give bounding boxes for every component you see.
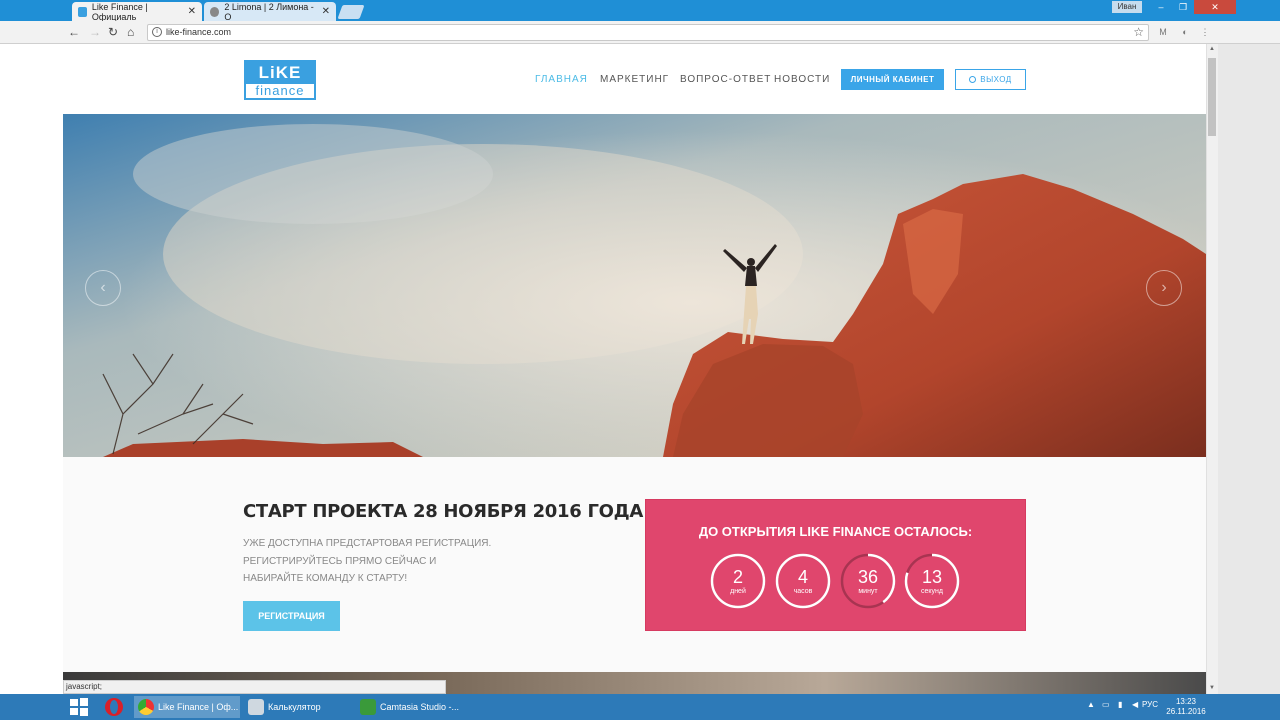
back-icon[interactable]: ← <box>68 25 80 39</box>
countdown-panel: ДО ОТКРЫТИЯ LIKE FINANCE ОСТАЛОСЬ: 2 дне… <box>645 499 1026 631</box>
network-icon[interactable]: ▮ <box>1118 700 1122 709</box>
countdown-minutes: 36 минут <box>840 553 896 609</box>
countdown-value: 4 <box>797 567 808 587</box>
start-line: НАБИРАЙТЕ КОМАНДУ К СТАРТУ! <box>243 573 408 584</box>
chrome-icon <box>138 699 154 715</box>
extension-icon[interactable]: ◐ <box>1178 25 1192 39</box>
countdown-label: секунд <box>921 588 943 595</box>
site-header: LiKE finance ГЛАВНАЯ МАРКЕТИНГ ВОПРОС-ОТ… <box>63 44 1206 114</box>
logout-label: ВЫХОД <box>980 75 1012 84</box>
taskbar-item-browser[interactable]: Like Finance | Оф... <box>134 696 240 718</box>
calculator-icon <box>248 699 264 715</box>
scroll-down-icon[interactable]: ▼ <box>1207 685 1217 691</box>
taskbar-item-camtasia[interactable]: Camtasia Studio -... <box>356 696 464 718</box>
menu-icon[interactable]: ⋮ <box>1198 25 1212 39</box>
start-line: УЖЕ ДОСТУПНА ПРЕДСТАРТОВАЯ РЕГИСТРАЦИЯ. <box>243 538 492 549</box>
nav-marketing[interactable]: МАРКЕТИНГ <box>600 74 669 85</box>
scroll-up-icon[interactable]: ▲ <box>1207 46 1217 52</box>
start-description: УЖЕ ДОСТУПНА ПРЕДСТАРТОВАЯ РЕГИСТРАЦИЯ. … <box>243 535 543 588</box>
tab-title: 2 Limona | 2 Лимона - О <box>224 1 314 22</box>
extension-icon[interactable]: M <box>1156 25 1170 39</box>
countdown-value: 36 <box>857 567 879 587</box>
countdown-value: 2 <box>732 567 743 587</box>
bookmark-star-icon[interactable]: ☆ <box>1133 25 1144 39</box>
hero-slider: ‹ › <box>63 114 1206 457</box>
reload-icon[interactable]: ↻ <box>108 25 118 39</box>
close-window-icon[interactable]: ✕ <box>1194 0 1236 14</box>
hero-image <box>63 114 1206 457</box>
profile-badge[interactable]: Иван <box>1112 1 1142 13</box>
project-start-section: СТАРТ ПРОЕКТА 28 НОЯБРЯ 2016 ГОДА УЖЕ ДО… <box>63 457 1206 672</box>
power-icon <box>969 76 977 83</box>
countdown-label: минут <box>858 588 878 595</box>
nav-home[interactable]: ГЛАВНАЯ <box>535 74 588 85</box>
taskbar-label: Camtasia Studio -... <box>380 702 460 712</box>
browser-tab-like-finance[interactable]: Like Finance | Официаль ✕ <box>72 1 202 22</box>
countdown-label: дней <box>730 588 746 595</box>
language-indicator[interactable]: РУС <box>1142 700 1158 709</box>
countdown-title: ДО ОТКРЫТИЯ LIKE FINANCE ОСТАЛОСЬ: <box>698 524 973 539</box>
countdown-label: часов <box>793 588 813 595</box>
url-text[interactable]: like-finance.com <box>166 27 231 37</box>
start-line: РЕГИСТРИРУЙТЕСЬ ПРЯМО СЕЙЧАС И <box>243 555 437 567</box>
new-tab-button[interactable] <box>337 5 365 19</box>
browser-status-bar: javascript; <box>63 680 446 694</box>
countdown-seconds: 13 секунд <box>904 553 960 609</box>
nav-faq[interactable]: ВОПРОС-ОТВЕТ <box>680 74 771 85</box>
chevron-right-icon: › <box>1161 279 1167 296</box>
action-center-icon[interactable]: ▭ <box>1102 700 1110 709</box>
site-info-icon[interactable]: i <box>152 27 162 37</box>
scrollbar-thumb[interactable] <box>1208 58 1216 136</box>
chevron-left-icon: ‹ <box>100 279 106 296</box>
clock-time: 13:23 <box>1175 697 1197 706</box>
personal-cabinet-button[interactable]: ЛИЧНЫЙ КАБИНЕТ <box>841 69 944 90</box>
close-tab-icon[interactable]: ✕ <box>188 6 196 17</box>
tab-title: Like Finance | Официаль <box>91 1 148 22</box>
browser-toolbar: ← → ↻ ⌂ i like-finance.com ☆ M ◐ ⋮ <box>0 21 1280 44</box>
close-tab-icon[interactable]: ✕ <box>322 6 330 17</box>
logo-top-text: LiKE <box>246 62 314 84</box>
address-bar[interactable]: i like-finance.com ☆ <box>147 24 1149 41</box>
system-clock[interactable]: 13:23 26.11.2016 <box>1166 697 1206 717</box>
countdown-hours: 4 часов <box>775 553 831 609</box>
taskbar-item-calculator[interactable]: Калькулятор <box>244 696 352 718</box>
window-controls: – ❐ ✕ <box>1150 0 1236 14</box>
browser-tab-2limona[interactable]: 2 Limona | 2 Лимона - О ✕ <box>204 1 336 22</box>
home-icon[interactable]: ⌂ <box>127 25 134 39</box>
taskbar-label: Калькулятор <box>268 702 321 712</box>
start-title: СТАРТ ПРОЕКТА 28 НОЯБРЯ 2016 ГОДА <box>243 501 643 522</box>
windows-taskbar: Like Finance | Оф... Калькулятор Camtasi… <box>0 694 1280 720</box>
page-scrollbar[interactable] <box>1206 44 1218 694</box>
countdown-value: 13 <box>921 567 943 587</box>
clock-date: 26.11.2016 <box>1166 707 1206 716</box>
minimize-icon[interactable]: – <box>1150 0 1172 14</box>
camtasia-icon <box>360 699 376 715</box>
logout-button[interactable]: ВЫХОД <box>955 69 1026 90</box>
slider-prev-button[interactable]: ‹ <box>85 270 121 306</box>
2limona-favicon-icon <box>210 6 220 17</box>
nav-news[interactable]: НОВОСТИ <box>774 74 830 85</box>
forward-icon[interactable]: → <box>89 25 101 39</box>
taskbar-label: Like Finance | Оф... <box>158 702 239 712</box>
tray-chevron-icon[interactable]: ▲ <box>1087 700 1095 709</box>
windows-start-icon[interactable] <box>68 697 90 717</box>
logo-bottom-text: finance <box>255 83 305 98</box>
page-viewport: LiKE finance ГЛАВНАЯ МАРКЕТИНГ ВОПРОС-ОТ… <box>63 44 1206 694</box>
site-logo[interactable]: LiKE finance <box>244 60 316 100</box>
volume-icon[interactable]: ◀ <box>1132 700 1138 709</box>
slider-next-button[interactable]: › <box>1146 270 1182 306</box>
countdown-days: 2 дней <box>710 553 766 609</box>
register-button[interactable]: РЕГИСТРАЦИЯ <box>243 601 340 631</box>
like-finance-favicon-icon <box>78 6 87 17</box>
page-margin-left <box>0 44 63 694</box>
restore-icon[interactable]: ❐ <box>1172 0 1194 14</box>
opera-icon[interactable] <box>104 697 124 717</box>
browser-tabstrip: Like Finance | Официаль ✕ 2 Limona | 2 Л… <box>0 0 1280 22</box>
